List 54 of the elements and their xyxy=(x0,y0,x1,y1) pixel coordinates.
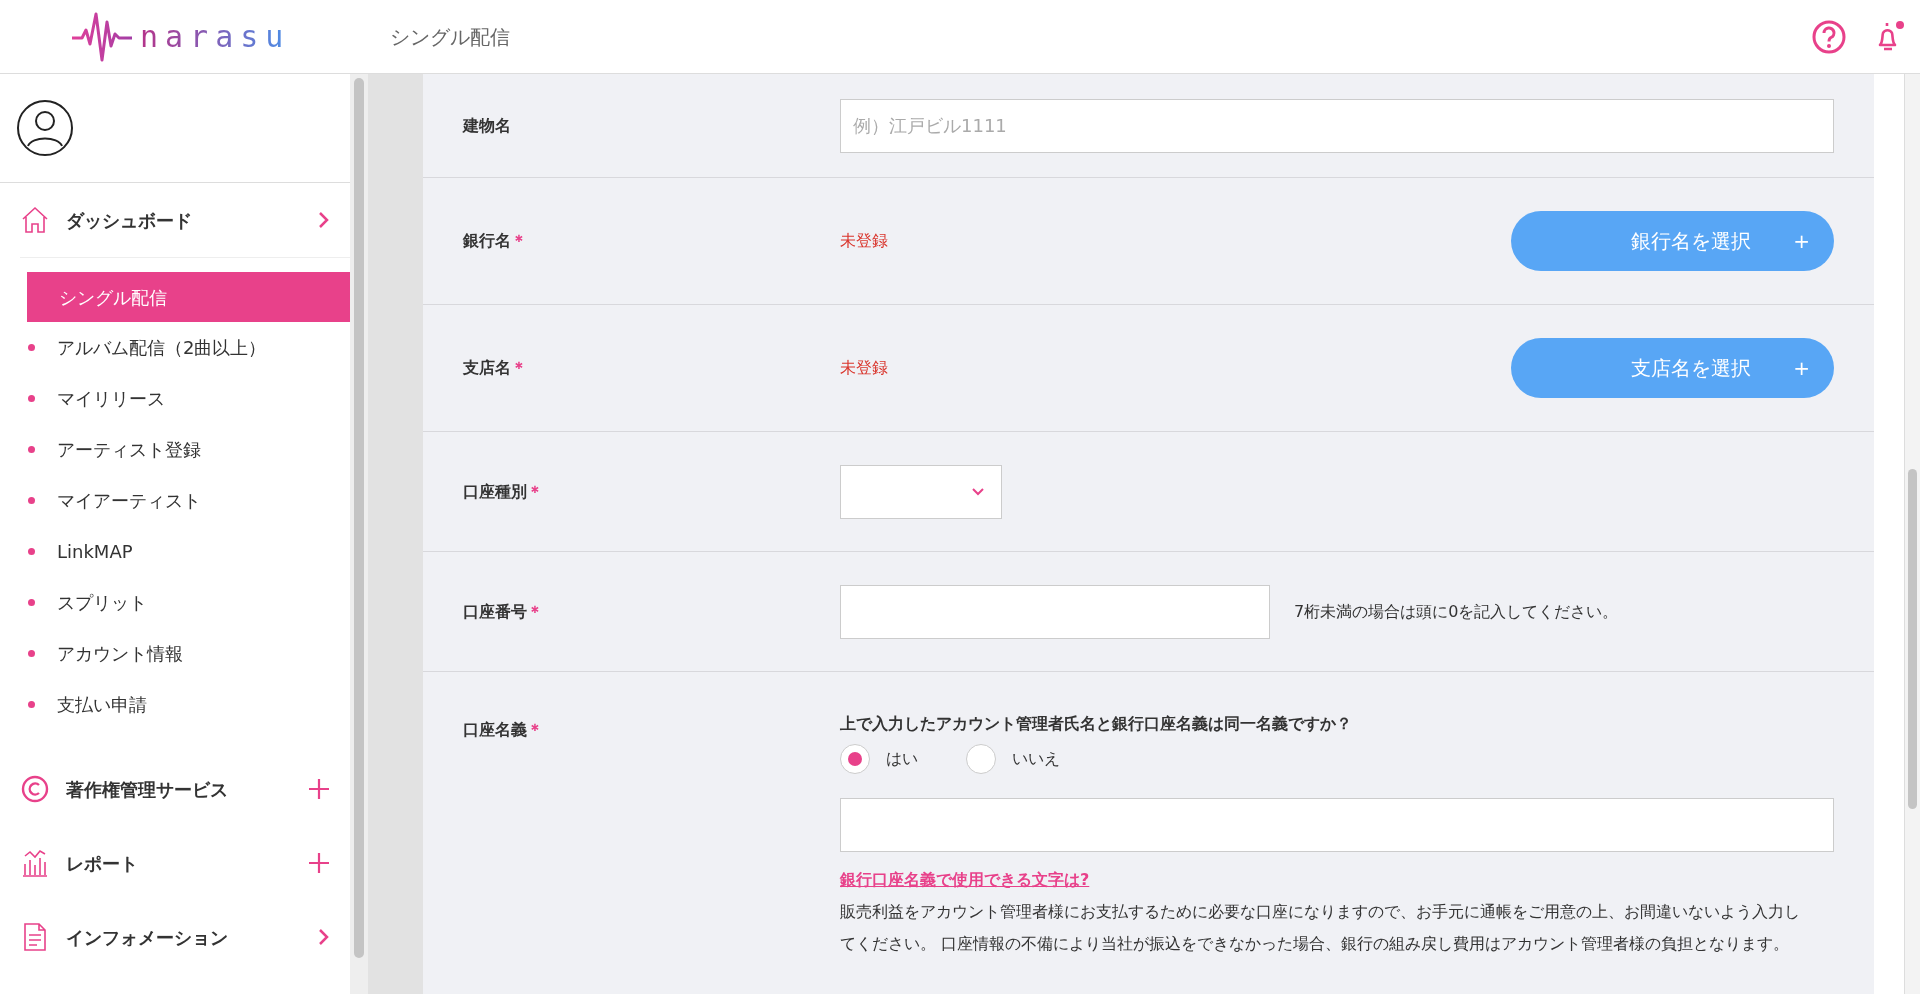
field-label: 建物名 xyxy=(461,114,512,137)
sidebar-item[interactable]: シングル配信 xyxy=(27,272,350,322)
plus-icon xyxy=(308,852,330,874)
question-text: 上で入力したアカウント管理者氏名と銀行口座名義は同一名義ですか？ xyxy=(840,713,1353,735)
required-mark: ＊ xyxy=(511,358,527,377)
required-mark: ＊ xyxy=(527,481,543,501)
sidebar-item[interactable]: LinkMAP xyxy=(20,526,350,577)
page-title: シングル配信 xyxy=(390,23,510,51)
required-mark: ＊ xyxy=(527,601,543,621)
description-text: 販売利益をアカウント管理者様にお支払するために必要な口座になりますので、お手元に通帳をご用意の上、お間違いないよう入力してください。 口座情報の不備により当社が振込をできなかった場合、銀行の組み戻し費用はアカウント管理者様の負担となります。 xyxy=(840,901,1801,955)
sidebar-item[interactable]: アルバム配信（2曲以上） xyxy=(20,322,350,373)
input-field[interactable] xyxy=(840,798,1834,852)
sidebar-item[interactable]: アーティスト登録 xyxy=(20,424,350,475)
sidebar-item[interactable]: マイリリース xyxy=(20,373,350,424)
radio-button[interactable] xyxy=(966,744,996,774)
field-label: 支店名＊ xyxy=(462,357,528,379)
section-label: ダッシュボード xyxy=(66,208,193,233)
scrollbar-thumb[interactable] xyxy=(1908,469,1917,809)
plus-icon xyxy=(308,778,330,800)
hint-text: 7桁未満の場合は頭に0を記入してください。 xyxy=(1294,600,1619,623)
copyright-icon xyxy=(20,774,50,804)
bar-chart-icon xyxy=(20,848,50,878)
section-label: インフォメーション xyxy=(66,925,229,950)
field-label: 口座種別＊ xyxy=(462,480,544,503)
input-field[interactable] xyxy=(840,584,1270,639)
field-label: 口座名義＊ xyxy=(462,719,544,741)
dropdown-field[interactable] xyxy=(840,464,1002,519)
radio-label[interactable]: はい xyxy=(886,747,918,771)
required-mark: ＊ xyxy=(527,720,543,739)
scrollbar-thumb[interactable] xyxy=(354,78,364,958)
field-label: 口座番号＊ xyxy=(462,600,544,623)
field-label: 銀行名＊ xyxy=(462,230,528,252)
status-text: 未登録 xyxy=(840,357,888,379)
section-label: 著作権管理サービス xyxy=(66,777,229,802)
home-icon xyxy=(20,205,50,235)
radio-label[interactable]: いいえ xyxy=(1012,747,1060,771)
sidebar-section[interactable]: 著作権管理サービス xyxy=(0,752,350,826)
section-label: レポート xyxy=(66,851,139,876)
chevron-down-icon xyxy=(971,487,985,496)
required-mark: ＊ xyxy=(511,231,527,250)
sidebar-item[interactable]: アカウント情報 xyxy=(20,628,350,679)
status-text: 未登録 xyxy=(840,230,888,252)
radio-button[interactable] xyxy=(840,744,870,774)
sidebar-item[interactable]: スプリット xyxy=(20,577,350,628)
sidebar-item[interactable]: 支払い申請 xyxy=(20,679,350,730)
sidebar-section[interactable]: インフォメーション xyxy=(0,900,350,974)
sidebar-item[interactable]: マイアーティスト xyxy=(20,475,350,526)
sidebar-section[interactable]: レポート xyxy=(0,826,350,900)
chevron-right-icon xyxy=(318,210,330,230)
user-avatar-icon[interactable] xyxy=(16,99,74,157)
chevron-right-icon xyxy=(318,927,330,947)
input-field[interactable]: 例）江戸ビル1111 xyxy=(840,98,1834,153)
help-icon[interactable] xyxy=(1812,19,1846,54)
sidebar-section[interactable]: ダッシュボード xyxy=(0,183,350,257)
